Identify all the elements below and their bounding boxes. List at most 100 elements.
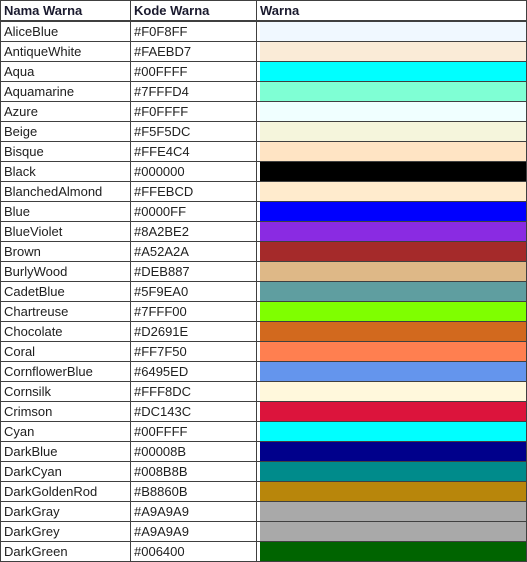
cell-color-name: Chocolate [0, 322, 131, 342]
table-row: Bisque #FFE4C4 [0, 142, 527, 162]
cell-color-swatch [257, 342, 527, 362]
table-row: DarkCyan #008B8B [0, 462, 527, 482]
cell-color-name: Azure [0, 102, 131, 122]
cell-color-code: #F0F8FF [131, 21, 257, 42]
color-swatch [260, 322, 526, 341]
cell-color-name: Beige [0, 122, 131, 142]
cell-color-swatch [257, 202, 527, 222]
color-swatch [260, 182, 526, 201]
cell-color-swatch [257, 462, 527, 482]
color-swatch [260, 382, 526, 401]
cell-color-code: #7FFF00 [131, 302, 257, 322]
cell-color-swatch [257, 62, 527, 82]
table-row: Aquamarine #7FFFD4 [0, 82, 527, 102]
cell-color-name: Blue [0, 202, 131, 222]
cell-color-code: #FAEBD7 [131, 42, 257, 62]
cell-color-code: #7FFFD4 [131, 82, 257, 102]
cell-color-swatch [257, 542, 527, 562]
cell-color-swatch [257, 102, 527, 122]
cell-color-name: Brown [0, 242, 131, 262]
color-swatch [260, 522, 526, 541]
cell-color-code: #00FFFF [131, 62, 257, 82]
table-row: DarkGray #A9A9A9 [0, 502, 527, 522]
table-row: Cornsilk #FFF8DC [0, 382, 527, 402]
cell-color-swatch [257, 522, 527, 542]
table-row: DarkGrey #A9A9A9 [0, 522, 527, 542]
color-swatch [260, 402, 526, 421]
cell-color-name: DarkGray [0, 502, 131, 522]
color-swatch [260, 162, 526, 181]
cell-color-code: #D2691E [131, 322, 257, 342]
cell-color-swatch [257, 262, 527, 282]
cell-color-name: DarkGrey [0, 522, 131, 542]
cell-color-swatch [257, 482, 527, 502]
color-swatch [260, 542, 526, 561]
color-swatch [260, 502, 526, 521]
table-row: BlanchedAlmond #FFEBCD [0, 182, 527, 202]
cell-color-name: DarkGreen [0, 542, 131, 562]
cell-color-name: Black [0, 162, 131, 182]
cell-color-name: Cornsilk [0, 382, 131, 402]
cell-color-name: Bisque [0, 142, 131, 162]
cell-color-code: #0000FF [131, 202, 257, 222]
cell-color-swatch [257, 302, 527, 322]
cell-color-swatch [257, 242, 527, 262]
table-row: Beige #F5F5DC [0, 122, 527, 142]
color-swatch [260, 482, 526, 501]
cell-color-swatch [257, 42, 527, 62]
cell-color-code: #A52A2A [131, 242, 257, 262]
cell-color-code: #00FFFF [131, 422, 257, 442]
table-row: BlueViolet #8A2BE2 [0, 222, 527, 242]
cell-color-name: DarkBlue [0, 442, 131, 462]
cell-color-swatch [257, 122, 527, 142]
table-row: AntiqueWhite #FAEBD7 [0, 42, 527, 62]
cell-color-code: #006400 [131, 542, 257, 562]
cell-color-swatch [257, 162, 527, 182]
cell-color-name: Aquamarine [0, 82, 131, 102]
table-row: Blue #0000FF [0, 202, 527, 222]
cell-color-code: #FFEBCD [131, 182, 257, 202]
cell-color-name: CadetBlue [0, 282, 131, 302]
cell-color-name: DarkCyan [0, 462, 131, 482]
cell-color-swatch [257, 422, 527, 442]
color-swatch [260, 302, 526, 321]
table-body: AliceBlue #F0F8FF AntiqueWhite #FAEBD7 Aqua #… [0, 21, 527, 562]
cell-color-code: #FFF8DC [131, 382, 257, 402]
cell-color-code: #A9A9A9 [131, 502, 257, 522]
color-swatch [260, 202, 526, 221]
table-row: CornflowerBlue #6495ED [0, 362, 527, 382]
color-swatch [260, 282, 526, 301]
cell-color-swatch [257, 282, 527, 302]
cell-color-name: Aqua [0, 62, 131, 82]
table-row: Crimson #DC143C [0, 402, 527, 422]
color-swatch [260, 362, 526, 381]
table-row: Cyan #00FFFF [0, 422, 527, 442]
table-row: Chartreuse #7FFF00 [0, 302, 527, 322]
cell-color-name: Chartreuse [0, 302, 131, 322]
color-swatch [260, 422, 526, 441]
cell-color-code: #F5F5DC [131, 122, 257, 142]
cell-color-code: #F0FFFF [131, 102, 257, 122]
color-swatch [260, 242, 526, 261]
cell-color-swatch [257, 222, 527, 242]
cell-color-name: Coral [0, 342, 131, 362]
cell-color-swatch [257, 142, 527, 162]
cell-color-code: #00008B [131, 442, 257, 462]
header-row: Nama Warna Kode Warna Warna [0, 0, 527, 21]
table-row: Black #000000 [0, 162, 527, 182]
cell-color-name: BlueViolet [0, 222, 131, 242]
table-row: Chocolate #D2691E [0, 322, 527, 342]
table-row: DarkBlue #00008B [0, 442, 527, 462]
cell-color-swatch [257, 182, 527, 202]
cell-color-name: AntiqueWhite [0, 42, 131, 62]
table-row: BurlyWood #DEB887 [0, 262, 527, 282]
cell-color-swatch [257, 382, 527, 402]
cell-color-code: #8A2BE2 [131, 222, 257, 242]
cell-color-swatch [257, 362, 527, 382]
table-row: CadetBlue #5F9EA0 [0, 282, 527, 302]
cell-color-code: #000000 [131, 162, 257, 182]
color-swatch [260, 42, 526, 61]
table-row: DarkGoldenRod #B8860B [0, 482, 527, 502]
cell-color-name: CornflowerBlue [0, 362, 131, 382]
cell-color-code: #008B8B [131, 462, 257, 482]
